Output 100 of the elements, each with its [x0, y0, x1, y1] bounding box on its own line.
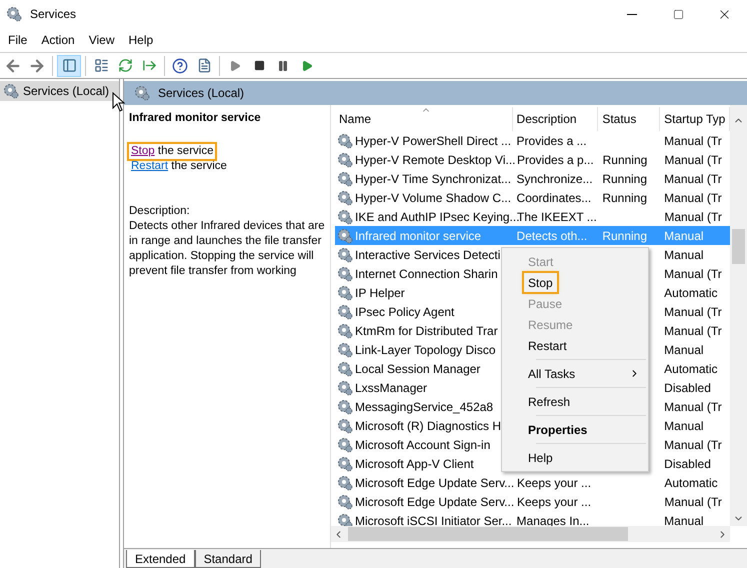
menu-item[interactable]: Restart: [524, 336, 571, 355]
gear-icon: [337, 380, 353, 396]
table-cell: Manual (Tr: [664, 152, 722, 166]
table-cell: Manual (Tr: [664, 494, 722, 508]
menu-item[interactable]: File: [2, 31, 34, 49]
table-cell[interactable]: IP Helper: [355, 284, 405, 302]
menu-item[interactable]: Refresh: [524, 392, 574, 411]
panel-header: Services (Local): [124, 81, 747, 105]
console-tree-icon[interactable]: [57, 54, 81, 76]
table-cell: Manual (Tr: [664, 190, 722, 204]
gear-icon: [337, 398, 353, 414]
menu-item[interactable]: Properties: [524, 420, 592, 439]
column-header[interactable]: Description: [512, 107, 598, 131]
action-link[interactable]: Restart: [131, 160, 168, 172]
table-cell[interactable]: Hyper-V PowerShell Direct ...: [355, 132, 512, 150]
gear-icon: [337, 228, 353, 244]
menu-item[interactable]: View: [82, 31, 120, 49]
table-cell: Manual (Tr: [664, 134, 722, 148]
table-cell: Running: [602, 172, 648, 186]
table-cell[interactable]: KtmRm for Distributed Trar: [355, 322, 498, 340]
action-line: Stop the service: [129, 144, 216, 159]
menu-item[interactable]: Help: [524, 448, 557, 467]
column-header[interactable]: Status: [598, 107, 660, 131]
mouse-pointer-icon: [112, 92, 126, 112]
tree-item[interactable]: Services (Local): [0, 81, 119, 101]
gear-icon: [337, 418, 353, 434]
table-cell: Manual (Tr: [664, 324, 722, 338]
table-cell[interactable]: Internet Connection Sharin: [355, 264, 498, 282]
table-cell[interactable]: Interactive Services Detecti: [355, 246, 500, 264]
table-cell: Manual (Tr: [664, 400, 722, 414]
table-cell[interactable]: MessagingService_452a8: [355, 398, 494, 416]
menu-item[interactable]: Action: [35, 31, 81, 49]
vertical-scrollbar[interactable]: [730, 105, 747, 526]
table-cell[interactable]: Hyper-V Remote Desktop Vi...: [355, 150, 516, 168]
maximize-icon: [672, 8, 684, 20]
description-label: Description:: [129, 204, 191, 219]
menu-item[interactable]: Stop: [524, 273, 557, 292]
table-cell: The IKEEXT ...: [517, 210, 597, 224]
table-cell[interactable]: Microsoft Account Sign-in: [355, 436, 490, 454]
table-cell[interactable]: Microsoft (R) Diagnostics H: [355, 416, 502, 434]
gear-icon: [337, 456, 353, 472]
gear-icon: [134, 85, 150, 101]
table-cell[interactable]: Hyper-V Time Synchronizat...: [355, 170, 512, 188]
table-cell: Manual (Tr: [664, 266, 722, 280]
gear-icon: [337, 322, 353, 338]
table-cell[interactable]: Microsoft App-V Client: [355, 454, 474, 472]
table-cell: Synchronize...: [516, 172, 593, 186]
window-title: Services: [30, 6, 76, 23]
table-cell: Provides a ...: [516, 134, 587, 148]
table-cell: Manual (Tr: [664, 172, 722, 186]
gear-icon: [337, 494, 353, 510]
gear-icon: [337, 190, 353, 206]
column-header[interactable]: Name: [335, 107, 513, 131]
menu-item[interactable]: Help: [122, 31, 160, 49]
table-cell: Automatic: [664, 362, 718, 376]
table-cell: Keeps your ...: [517, 476, 592, 490]
table-cell[interactable]: IPsec Policy Agent: [355, 302, 454, 320]
gear-icon: [337, 304, 353, 320]
table-cell[interactable]: Link-Layer Topology Disco: [355, 340, 496, 358]
gear-icon: [337, 284, 353, 300]
table-cell: Disabled: [664, 380, 711, 394]
action-link[interactable]: Stop: [131, 145, 155, 157]
table-cell: Manual: [664, 418, 704, 432]
table-cell: Provides a p...: [517, 152, 594, 166]
table-cell: Manual: [664, 514, 704, 528]
table-cell: Manual: [664, 228, 704, 242]
scrollbar-thumb[interactable]: [348, 527, 628, 541]
table-cell[interactable]: IKE and AuthIP IPsec Keying...: [355, 208, 520, 226]
table-cell: Automatic: [664, 286, 718, 300]
gear-icon: [337, 266, 353, 282]
service-title: Infrared monitor service: [129, 111, 262, 126]
table-cell[interactable]: Microsoft Edge Update Serv...: [355, 474, 514, 492]
gear-icon: [337, 342, 353, 358]
table-cell[interactable]: Microsoft iSCSI Initiator Ser...: [355, 512, 512, 530]
scrollbar-thumb[interactable]: [732, 229, 745, 264]
view-tab[interactable]: Standard: [194, 550, 262, 568]
gear-icon: [337, 152, 353, 168]
table-cell: Detects oth...: [516, 228, 588, 242]
gear-icon: [337, 246, 353, 262]
table-cell: Manual: [664, 248, 704, 262]
gear-icon: [3, 83, 19, 99]
menu-item[interactable]: All Tasks: [524, 364, 580, 383]
view-tab[interactable]: Extended: [126, 550, 195, 568]
table-cell: Manual: [664, 342, 704, 356]
gear-icon: [337, 360, 353, 376]
table-cell: Running: [602, 152, 648, 166]
gear-icon: [337, 474, 353, 490]
table-cell: Running: [602, 190, 648, 204]
table-cell[interactable]: Microsoft Edge Update Serv...: [355, 492, 514, 510]
table-cell: Automatic: [664, 476, 718, 490]
table-cell: Keeps your ...: [517, 494, 592, 508]
table-cell: Running: [602, 228, 648, 242]
table-cell[interactable]: LxssManager: [355, 378, 428, 396]
table-cell: Manual (Tr: [664, 210, 722, 224]
table-cell: Manual (Tr: [664, 304, 722, 318]
gear-icon: [337, 436, 353, 452]
table-cell[interactable]: Hyper-V Volume Shadow C...: [355, 188, 512, 206]
horizontal-scrollbar[interactable]: [331, 526, 730, 542]
app-icon: [6, 6, 22, 22]
table-cell[interactable]: Local Session Manager: [355, 360, 480, 378]
